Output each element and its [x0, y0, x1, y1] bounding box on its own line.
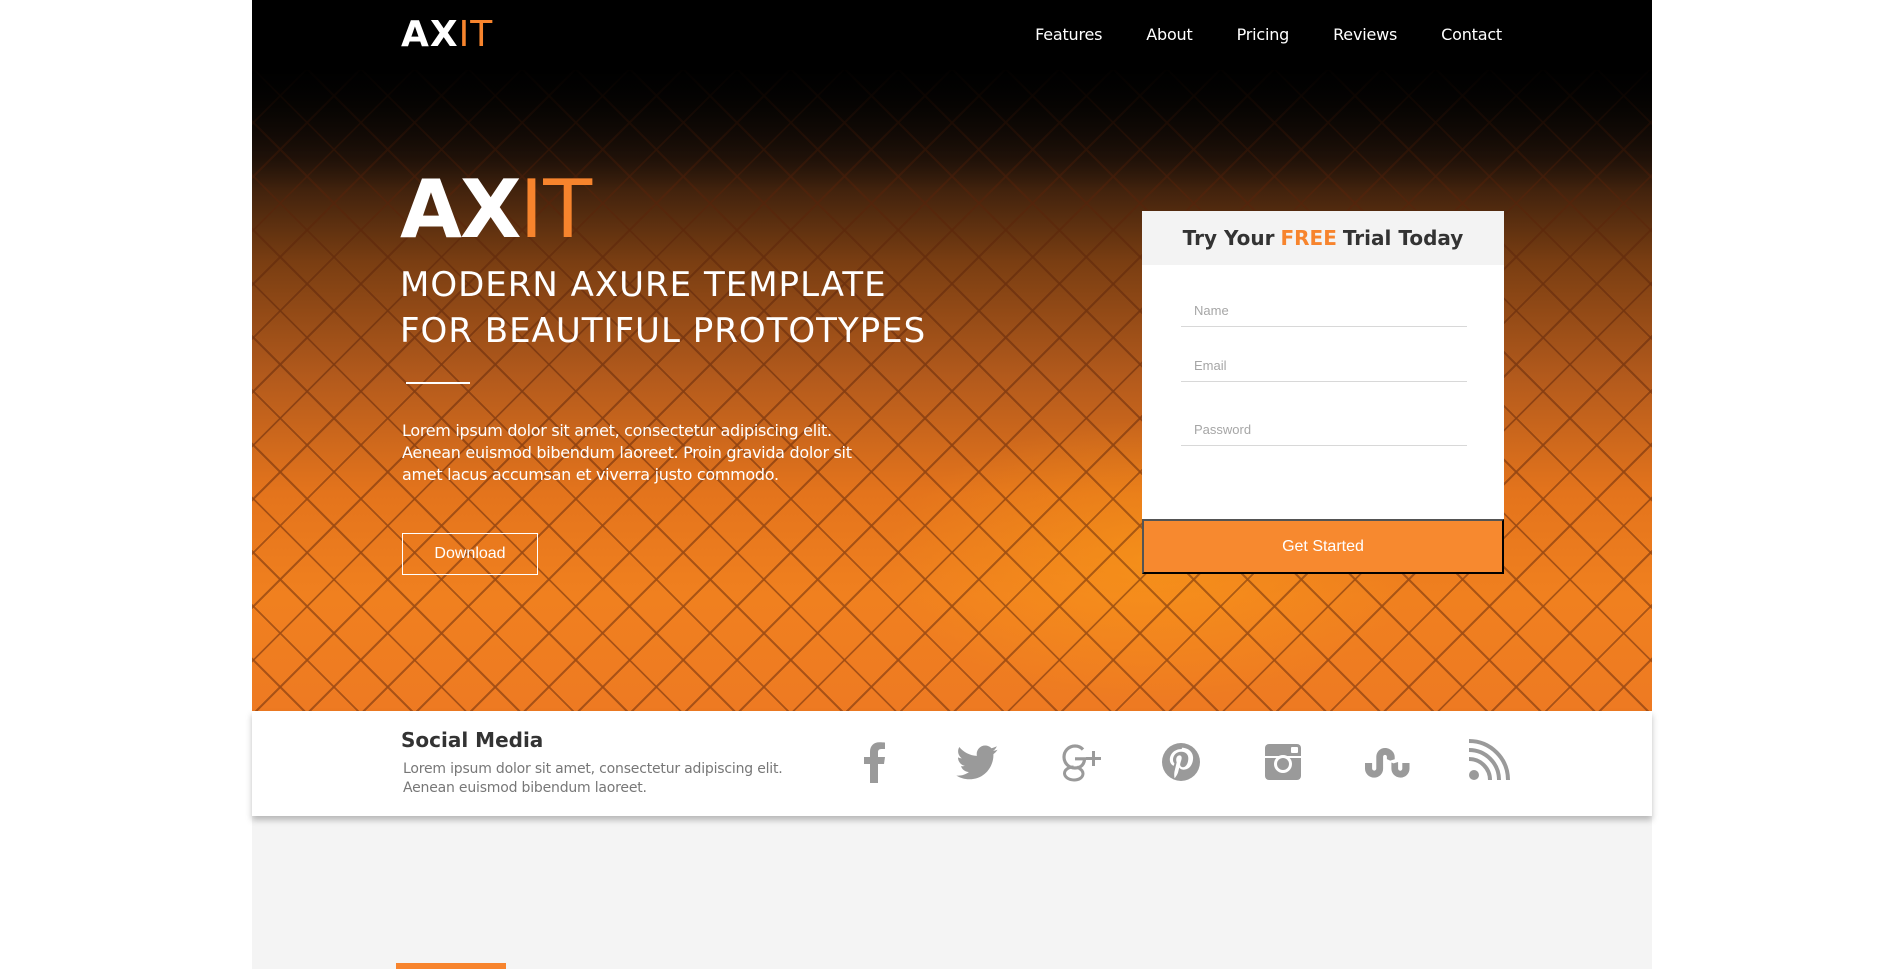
main-nav: Features About Pricing Reviews Contact [1035, 25, 1502, 44]
hero-headline-line1: MODERN AXURE TEMPLATE [400, 265, 887, 305]
email-field [1181, 350, 1467, 382]
hero-headline: MODERN AXURE TEMPLATE FOR BEAUTIFUL PROT… [400, 262, 926, 354]
hero-section: AXIT MODERN AXURE TEMPLATE FOR BEAUTIFUL… [252, 70, 1652, 711]
section-tab-indicator [396, 963, 506, 969]
social-icons [847, 734, 1561, 790]
nav-contact[interactable]: Contact [1441, 25, 1502, 44]
nav-reviews[interactable]: Reviews [1333, 25, 1397, 44]
facebook-icon[interactable] [847, 734, 903, 790]
trial-title-free: FREE [1280, 226, 1337, 250]
password-field [1181, 414, 1467, 446]
social-title: Social Media [401, 728, 544, 752]
top-navbar: AXIT Features About Pricing Reviews Cont… [252, 0, 1652, 70]
email-input[interactable] [1181, 350, 1467, 381]
brand-logo-accent: IT [458, 14, 494, 55]
hero-logo: AXIT [400, 170, 592, 250]
social-media-bar: Social Media Lorem ipsum dolor sit amet,… [252, 711, 1652, 816]
nav-pricing[interactable]: Pricing [1237, 25, 1290, 44]
trial-title-pre: Try Your [1182, 226, 1275, 250]
google-plus-icon[interactable] [1051, 734, 1107, 790]
hero-divider [406, 382, 470, 384]
name-input[interactable] [1181, 295, 1467, 326]
download-button[interactable]: Download [402, 533, 538, 575]
name-field [1181, 295, 1467, 327]
brand-logo[interactable]: AXIT [401, 14, 493, 55]
trial-card-header: Try Your FREE Trial Today [1142, 211, 1504, 265]
pinterest-icon[interactable] [1153, 734, 1209, 790]
hero-headline-line2: FOR BEAUTIFUL PROTOTYPES [400, 311, 927, 351]
get-started-button[interactable]: Get Started [1142, 519, 1504, 574]
instagram-icon[interactable] [1255, 734, 1311, 790]
page: AXIT Features About Pricing Reviews Cont… [252, 0, 1652, 969]
twitter-icon[interactable] [949, 734, 1005, 790]
hero-logo-main: AX [400, 163, 522, 256]
nav-features[interactable]: Features [1035, 25, 1102, 44]
rss-icon[interactable] [1459, 734, 1515, 790]
stumbleupon-icon[interactable] [1357, 734, 1413, 790]
social-description: Lorem ipsum dolor sit amet, consectetur … [403, 761, 783, 796]
trial-signup-card: Try Your FREE Trial Today Get Started [1142, 211, 1504, 574]
trial-title-post: Trial Today [1342, 226, 1464, 250]
password-input[interactable] [1181, 414, 1467, 445]
hero-body-text: Lorem ipsum dolor sit amet, consectetur … [402, 421, 852, 484]
hero-logo-accent: IT [519, 163, 593, 256]
nav-about[interactable]: About [1146, 25, 1193, 44]
brand-logo-main: AX [401, 14, 459, 55]
